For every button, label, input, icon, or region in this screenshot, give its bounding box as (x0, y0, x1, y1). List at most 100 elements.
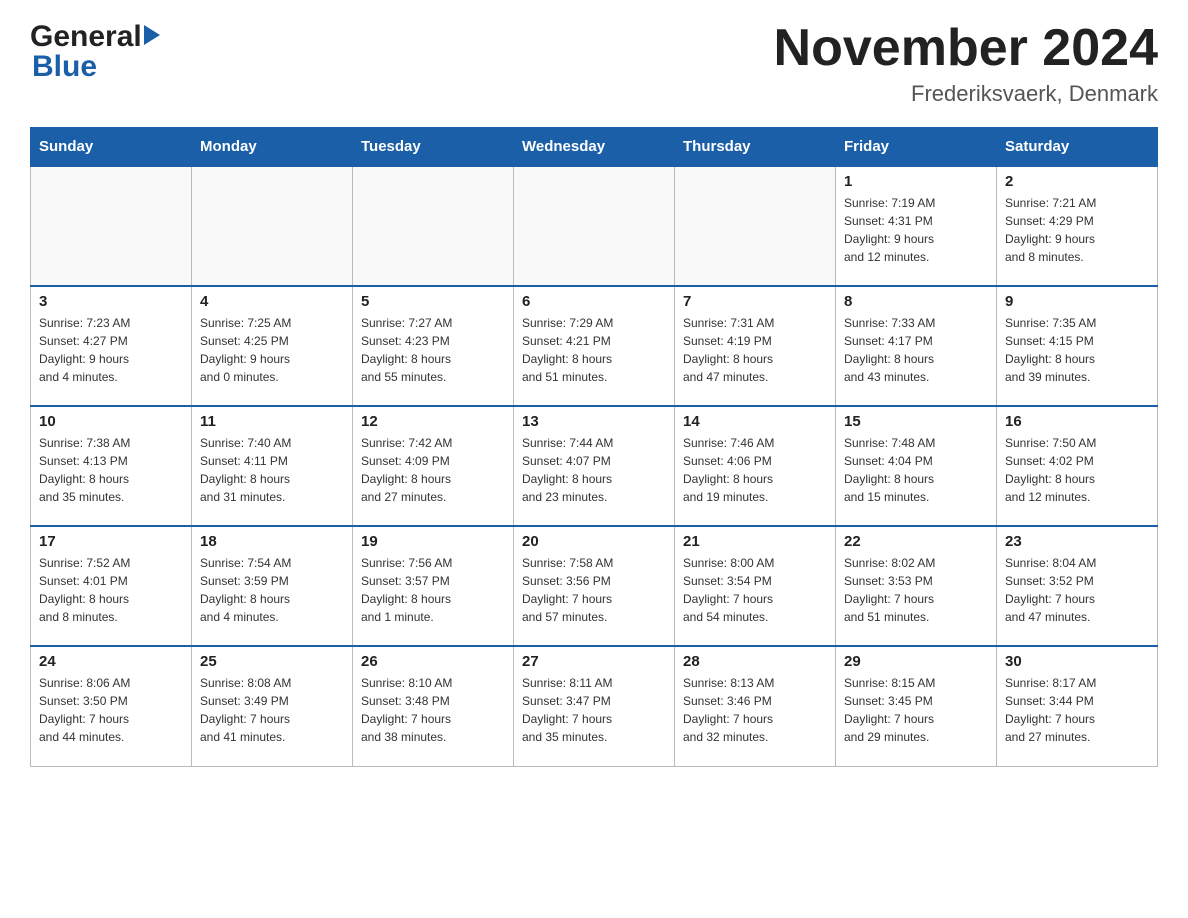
day-number: 6 (522, 293, 666, 310)
calendar-cell: 16 Sunrise: 7:50 AMSunset: 4:02 PMDayligh… (997, 406, 1158, 526)
day-number: 13 (522, 413, 666, 430)
calendar-cell: 20 Sunrise: 7:58 AMSunset: 3:56 PMDayligh… (514, 526, 675, 646)
day-info: Sunrise: 8:00 AMSunset: 3:54 PMDaylight:… (683, 554, 827, 626)
calendar-week-row: 1 Sunrise: 7:19 AMSunset: 4:31 PMDaylight… (31, 166, 1158, 286)
calendar-week-row: 10 Sunrise: 7:38 AMSunset: 4:13 PMDayligh… (31, 406, 1158, 526)
calendar-cell: 26Sunrise: 8:10 AMSunset: 3:48 PMDayligh… (353, 646, 514, 766)
day-number: 8 (844, 293, 988, 310)
day-info: Sunrise: 7:31 AMSunset: 4:19 PMDaylight:… (683, 314, 827, 386)
day-info: Sunrise: 8:17 AMSunset: 3:44 PMDaylight:… (1005, 674, 1149, 746)
day-info: Sunrise: 7:19 AMSunset: 4:31 PMDaylight:… (844, 194, 988, 266)
calendar-cell: 29 Sunrise: 8:15 AMSunset: 3:45 PMDayligh… (836, 646, 997, 766)
day-number: 12 (361, 413, 505, 430)
calendar-week-row: 17Sunrise: 7:52 AMSunset: 4:01 PMDayligh… (31, 526, 1158, 646)
calendar-cell: 14 Sunrise: 7:46 AMSunset: 4:06 PMDayligh… (675, 406, 836, 526)
day-number: 10 (39, 413, 183, 430)
calendar-cell: 10 Sunrise: 7:38 AMSunset: 4:13 PMDayligh… (31, 406, 192, 526)
calendar-cell (353, 166, 514, 286)
day-info: Sunrise: 8:10 AMSunset: 3:48 PMDaylight:… (361, 674, 505, 746)
calendar-cell: 30 Sunrise: 8:17 AMSunset: 3:44 PMDayligh… (997, 646, 1158, 766)
logo: General Blue (30, 20, 160, 84)
calendar-cell: 17Sunrise: 7:52 AMSunset: 4:01 PMDayligh… (31, 526, 192, 646)
calendar-cell: 22 Sunrise: 8:02 AMSunset: 3:53 PMDayligh… (836, 526, 997, 646)
day-info: Sunrise: 7:25 AMSunset: 4:25 PMDaylight:… (200, 314, 344, 386)
day-info: Sunrise: 7:42 AMSunset: 4:09 PMDaylight:… (361, 434, 505, 506)
day-info: Sunrise: 8:02 AMSunset: 3:53 PMDaylight:… (844, 554, 988, 626)
day-number: 22 (844, 533, 988, 550)
day-info: Sunrise: 8:06 AMSunset: 3:50 PMDaylight:… (39, 674, 183, 746)
month-title: November 2024 (774, 20, 1158, 77)
day-number: 23 (1005, 533, 1149, 550)
calendar-cell: 21 Sunrise: 8:00 AMSunset: 3:54 PMDayligh… (675, 526, 836, 646)
day-info: Sunrise: 7:48 AMSunset: 4:04 PMDaylight:… (844, 434, 988, 506)
day-info: Sunrise: 7:56 AMSunset: 3:57 PMDaylight:… (361, 554, 505, 626)
calendar-cell: 7Sunrise: 7:31 AMSunset: 4:19 PMDaylight… (675, 286, 836, 406)
calendar-week-row: 24Sunrise: 8:06 AMSunset: 3:50 PMDayligh… (31, 646, 1158, 766)
calendar-cell: 28 Sunrise: 8:13 AMSunset: 3:46 PMDayligh… (675, 646, 836, 766)
calendar-cell (192, 166, 353, 286)
calendar-cell: 11 Sunrise: 7:40 AMSunset: 4:11 PMDayligh… (192, 406, 353, 526)
calendar-header-wednesday: Wednesday (514, 128, 675, 167)
day-number: 20 (522, 533, 666, 550)
logo-general-text: General (30, 20, 142, 54)
calendar-cell: 6 Sunrise: 7:29 AMSunset: 4:21 PMDaylight… (514, 286, 675, 406)
calendar-cell: 23 Sunrise: 8:04 AMSunset: 3:52 PMDayligh… (997, 526, 1158, 646)
day-number: 27 (522, 653, 666, 670)
day-info: Sunrise: 8:08 AMSunset: 3:49 PMDaylight:… (200, 674, 344, 746)
calendar-header-row: SundayMondayTuesdayWednesdayThursdayFrid… (31, 128, 1158, 167)
logo-arrow-icon (144, 25, 160, 45)
day-info: Sunrise: 7:27 AMSunset: 4:23 PMDaylight:… (361, 314, 505, 386)
day-number: 14 (683, 413, 827, 430)
calendar-cell: 12 Sunrise: 7:42 AMSunset: 4:09 PMDayligh… (353, 406, 514, 526)
title-block: November 2024 Frederiksvaerk, Denmark (774, 20, 1158, 107)
day-number: 15 (844, 413, 988, 430)
calendar-cell: 18Sunrise: 7:54 AMSunset: 3:59 PMDayligh… (192, 526, 353, 646)
calendar-cell: 4Sunrise: 7:25 AMSunset: 4:25 PMDaylight… (192, 286, 353, 406)
calendar-header-sunday: Sunday (31, 128, 192, 167)
day-info: Sunrise: 7:44 AMSunset: 4:07 PMDaylight:… (522, 434, 666, 506)
day-number: 2 (1005, 173, 1149, 190)
page-header: General Blue November 2024 Frederiksvaer… (30, 20, 1158, 107)
calendar-cell (31, 166, 192, 286)
calendar-cell: 24Sunrise: 8:06 AMSunset: 3:50 PMDayligh… (31, 646, 192, 766)
day-info: Sunrise: 7:23 AMSunset: 4:27 PMDaylight:… (39, 314, 183, 386)
logo-blue-text: Blue (32, 50, 97, 83)
calendar-cell: 19 Sunrise: 7:56 AMSunset: 3:57 PMDayligh… (353, 526, 514, 646)
day-info: Sunrise: 7:33 AMSunset: 4:17 PMDaylight:… (844, 314, 988, 386)
day-info: Sunrise: 8:15 AMSunset: 3:45 PMDaylight:… (844, 674, 988, 746)
day-number: 19 (361, 533, 505, 550)
calendar-cell: 3 Sunrise: 7:23 AMSunset: 4:27 PMDaylight… (31, 286, 192, 406)
calendar-header-saturday: Saturday (997, 128, 1158, 167)
day-info: Sunrise: 8:04 AMSunset: 3:52 PMDaylight:… (1005, 554, 1149, 626)
calendar-cell: 13 Sunrise: 7:44 AMSunset: 4:07 PMDayligh… (514, 406, 675, 526)
day-info: Sunrise: 8:13 AMSunset: 3:46 PMDaylight:… (683, 674, 827, 746)
day-number: 9 (1005, 293, 1149, 310)
calendar-week-row: 3 Sunrise: 7:23 AMSunset: 4:27 PMDaylight… (31, 286, 1158, 406)
calendar-cell: 8 Sunrise: 7:33 AMSunset: 4:17 PMDaylight… (836, 286, 997, 406)
calendar-table: SundayMondayTuesdayWednesdayThursdayFrid… (30, 127, 1158, 767)
day-info: Sunrise: 7:58 AMSunset: 3:56 PMDaylight:… (522, 554, 666, 626)
calendar-header-tuesday: Tuesday (353, 128, 514, 167)
day-number: 18 (200, 533, 344, 550)
day-info: Sunrise: 7:50 AMSunset: 4:02 PMDaylight:… (1005, 434, 1149, 506)
day-number: 3 (39, 293, 183, 310)
calendar-cell: 9Sunrise: 7:35 AMSunset: 4:15 PMDaylight… (997, 286, 1158, 406)
calendar-header-monday: Monday (192, 128, 353, 167)
calendar-cell: 1 Sunrise: 7:19 AMSunset: 4:31 PMDaylight… (836, 166, 997, 286)
calendar-cell: 5Sunrise: 7:27 AMSunset: 4:23 PMDaylight… (353, 286, 514, 406)
location-title: Frederiksvaerk, Denmark (774, 81, 1158, 107)
day-number: 21 (683, 533, 827, 550)
calendar-cell (675, 166, 836, 286)
day-number: 17 (39, 533, 183, 550)
day-number: 16 (1005, 413, 1149, 430)
day-info: Sunrise: 7:38 AMSunset: 4:13 PMDaylight:… (39, 434, 183, 506)
day-number: 30 (1005, 653, 1149, 670)
calendar-cell: 25Sunrise: 8:08 AMSunset: 3:49 PMDayligh… (192, 646, 353, 766)
day-number: 28 (683, 653, 827, 670)
day-number: 1 (844, 173, 988, 190)
day-info: Sunrise: 7:46 AMSunset: 4:06 PMDaylight:… (683, 434, 827, 506)
day-info: Sunrise: 7:29 AMSunset: 4:21 PMDaylight:… (522, 314, 666, 386)
day-info: Sunrise: 7:40 AMSunset: 4:11 PMDaylight:… (200, 434, 344, 506)
day-number: 11 (200, 413, 344, 430)
day-number: 29 (844, 653, 988, 670)
